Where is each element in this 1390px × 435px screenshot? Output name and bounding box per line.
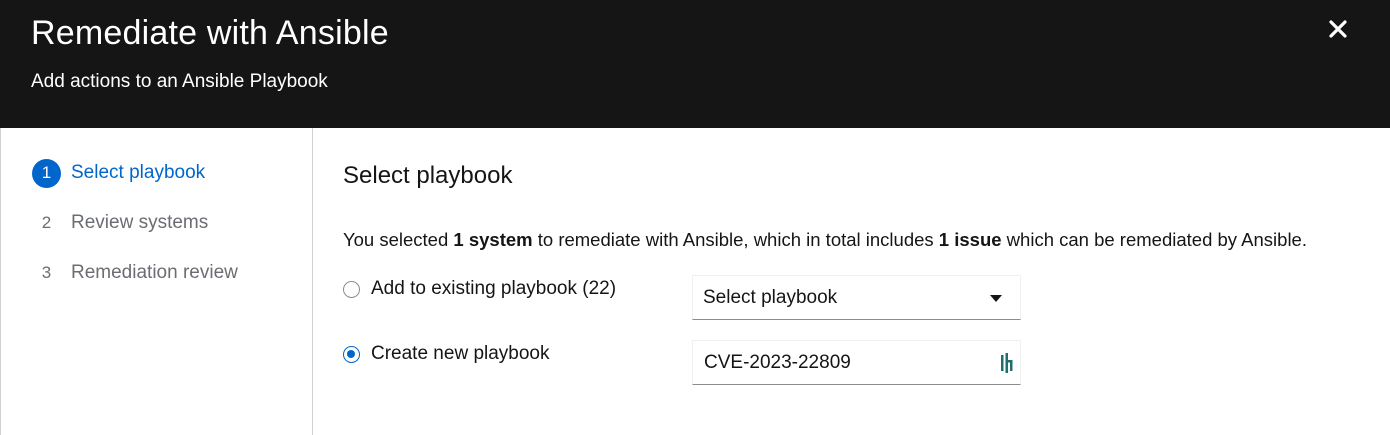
summary-middle: to remediate with Ansible, which in tota…: [532, 229, 939, 250]
password-manager-icon[interactable]: [1000, 353, 1014, 373]
wizard-nav: 1 Select playbook 2 Review systems 3 Rem…: [0, 128, 313, 435]
playbook-select-value: Select playbook: [703, 287, 838, 308]
new-playbook-label[interactable]: Create new playbook: [371, 343, 550, 365]
existing-playbook-option[interactable]: Add to existing playbook (22): [343, 278, 616, 300]
playbook-name-input[interactable]: [692, 340, 1021, 385]
new-playbook-option[interactable]: Create new playbook: [343, 343, 550, 365]
summary-issues: 1 issue: [938, 229, 1002, 250]
step-number: 3: [41, 263, 52, 282]
close-icon: [1329, 20, 1347, 38]
step-label: Review systems: [71, 212, 209, 233]
step-number: 2: [41, 213, 52, 232]
summary-systems: 1 system: [453, 229, 533, 250]
caret-down-icon: [990, 295, 1002, 302]
summary-suffix: which can be remediated by Ansible.: [1001, 229, 1307, 250]
step-number: 1: [32, 158, 61, 188]
step-label: Select playbook: [71, 162, 206, 183]
summary-prefix: You selected: [343, 229, 454, 250]
wizard-body: Select playbook You selected 1 system to…: [313, 128, 1390, 435]
close-button[interactable]: [1322, 13, 1354, 45]
wizard-title: Remediate with Ansible: [31, 14, 389, 52]
playbook-select[interactable]: Select playbook: [692, 275, 1021, 320]
existing-playbook-label[interactable]: Add to existing playbook (22): [371, 278, 616, 300]
wizard-header: Remediate with Ansible Add actions to an…: [0, 0, 1390, 128]
nav-step-select-playbook[interactable]: 1 Select playbook: [32, 158, 205, 188]
wizard-description: Add actions to an Ansible Playbook: [31, 71, 328, 92]
remediation-wizard-modal: Remediate with Ansible Add actions to an…: [0, 0, 1390, 435]
nav-step-review-systems[interactable]: 2 Review systems: [32, 208, 208, 238]
existing-playbook-radio[interactable]: [343, 280, 360, 298]
step-label: Remediation review: [71, 262, 238, 283]
new-playbook-radio[interactable]: [343, 345, 360, 363]
selection-summary: You selected 1 system to remediate with …: [343, 229, 1307, 251]
nav-step-remediation-review[interactable]: 3 Remediation review: [32, 258, 238, 288]
step-title: Select playbook: [343, 162, 513, 189]
